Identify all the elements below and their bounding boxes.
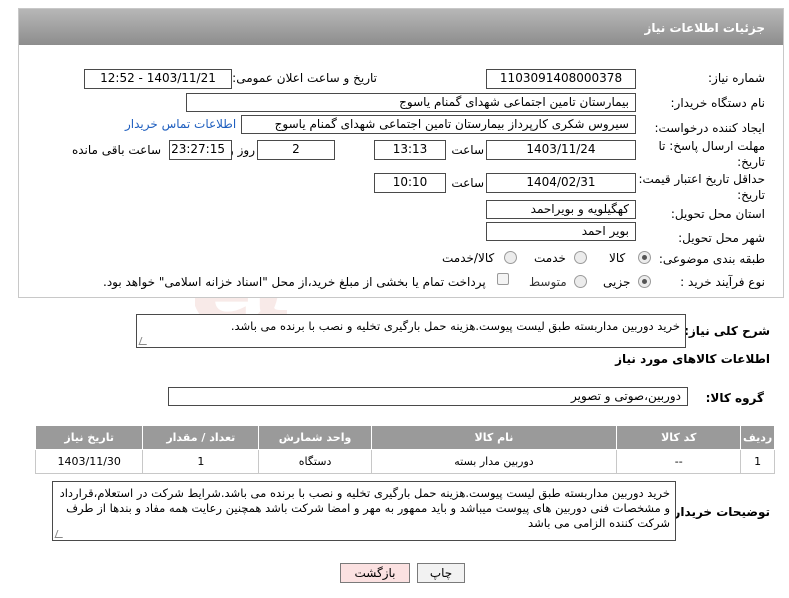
- buyer-notes-label: توضیحات خریدار:: [668, 505, 770, 519]
- need-description-text: خرید دوربین مداربسته طبق لیست پیوست.هزین…: [230, 319, 680, 333]
- need-details-panel: جزئیات اطلاعات نیاز شماره نیاز: 11030914…: [18, 8, 784, 298]
- need-description-field[interactable]: خرید دوربین مداربسته طبق لیست پیوست.هزین…: [136, 314, 686, 348]
- cell-quantity: 1: [142, 449, 260, 474]
- deadline-label: مهلت ارسال پاسخ: تا: [658, 139, 765, 153]
- buyer-contact-link[interactable]: اطلاعات تماس خریدار: [125, 117, 236, 131]
- announce-datetime-field: 1403/11/21 - 12:52: [84, 69, 232, 89]
- price-validity-date-label: تاریخ:: [737, 188, 765, 202]
- price-validity-label: حداقل تاریخ اعتبار قیمت: تا: [627, 172, 765, 186]
- category-service-label: خدمت: [534, 251, 566, 265]
- goods-group-field: دوربین،صوتی و تصویر: [168, 387, 688, 406]
- col-quantity: تعداد / مقدار: [142, 425, 260, 450]
- category-goods-radio[interactable]: [638, 251, 651, 264]
- print-button[interactable]: چاپ: [417, 563, 465, 583]
- days-label: روز و: [228, 143, 255, 157]
- table-row: 1 -- دوربین مدار بسته دستگاه 1 1403/11/3…: [34, 449, 775, 474]
- cell-item-code: --: [616, 449, 742, 474]
- panel-title: جزئیات اطلاعات نیاز: [19, 9, 783, 45]
- goods-group-label: گروه کالا:: [705, 391, 764, 405]
- province-label: استان محل تحویل:: [670, 207, 765, 221]
- category-goods-service-label: کالا/خدمت: [442, 251, 495, 265]
- col-item-name: نام کالا: [370, 425, 618, 450]
- process-medium-radio[interactable]: [574, 275, 587, 288]
- price-validity-time-field: 10:10: [374, 173, 446, 193]
- remaining-time-label: ساعت باقی مانده: [71, 143, 161, 157]
- treasury-payment-checkbox[interactable]: [497, 273, 509, 285]
- city-label: شهر محل تحویل:: [678, 231, 765, 245]
- process-type-label: نوع فرآیند خرید :: [680, 275, 765, 289]
- col-item-code: کد کالا: [616, 425, 742, 450]
- process-minor-radio[interactable]: [638, 275, 651, 288]
- need-number-label: شماره نیاز:: [708, 71, 765, 85]
- need-number-field: 1103091408000378: [486, 69, 636, 89]
- category-service-radio[interactable]: [574, 251, 587, 264]
- process-minor-label: جزیی: [603, 275, 631, 289]
- remaining-time-field: 23:27:15: [169, 140, 232, 160]
- category-label: طبقه بندی موضوعی:: [658, 252, 765, 266]
- cell-item-name: دوربین مدار بسته: [370, 449, 618, 474]
- goods-section-title: اطلاعات کالاهای مورد نیاز: [615, 352, 770, 366]
- announce-datetime-label: تاریخ و ساعت اعلان عمومی:: [232, 71, 377, 85]
- cell-unit: دستگاه: [258, 449, 372, 474]
- back-button[interactable]: بازگشت: [340, 563, 410, 583]
- need-description-label: شرح کلی نیاز:: [684, 324, 770, 338]
- deadline-time-field: 13:13: [374, 140, 446, 160]
- cell-need-date: 1403/11/30: [34, 449, 144, 474]
- cell-row-number: 1: [740, 449, 775, 474]
- resize-handle-icon[interactable]: [54, 530, 66, 538]
- goods-table-header: ردیف کد کالا نام کالا واحد شمارش تعداد /…: [34, 425, 775, 450]
- price-validity-time-label: ساعت: [451, 176, 484, 190]
- deadline-time-label: ساعت: [451, 143, 484, 157]
- col-row-number: ردیف: [740, 425, 775, 450]
- process-medium-label: متوسط: [529, 275, 567, 289]
- goods-table: ردیف کد کالا نام کالا واحد شمارش تعداد /…: [34, 425, 775, 474]
- buyer-org-field: بیمارستان تامین اجتماعی شهدای گمنام یاسو…: [186, 93, 636, 112]
- col-unit: واحد شمارش: [258, 425, 372, 450]
- resize-handle-icon[interactable]: [138, 337, 150, 345]
- deadline-date-label: تاریخ:: [737, 155, 765, 169]
- buyer-notes-field[interactable]: خرید دوربین مداربسته طبق لیست پیوست.هزین…: [52, 481, 676, 541]
- city-field: بویر احمد: [486, 222, 636, 241]
- deadline-date-field: 1403/11/24: [486, 140, 636, 160]
- remaining-days-field: 2: [257, 140, 335, 160]
- category-goods-service-radio[interactable]: [504, 251, 517, 264]
- buyer-org-label: نام دستگاه خریدار:: [670, 96, 766, 110]
- creator-label: ایجاد کننده درخواست:: [654, 121, 765, 135]
- buyer-notes-text: خرید دوربین مداربسته طبق لیست پیوست.هزین…: [59, 486, 670, 530]
- province-field: کهگیلویه و بویراحمد: [486, 200, 636, 219]
- category-goods-label: کالا: [609, 251, 626, 265]
- creator-field: سیروس شکری کارپرداز بیمارستان تامین اجتم…: [241, 115, 636, 134]
- col-need-date: تاریخ نیاز: [34, 425, 144, 450]
- price-validity-date-field: 1404/02/31: [486, 173, 636, 193]
- treasury-payment-note: پرداخت تمام یا بخشی از مبلغ خرید،از محل …: [103, 275, 486, 289]
